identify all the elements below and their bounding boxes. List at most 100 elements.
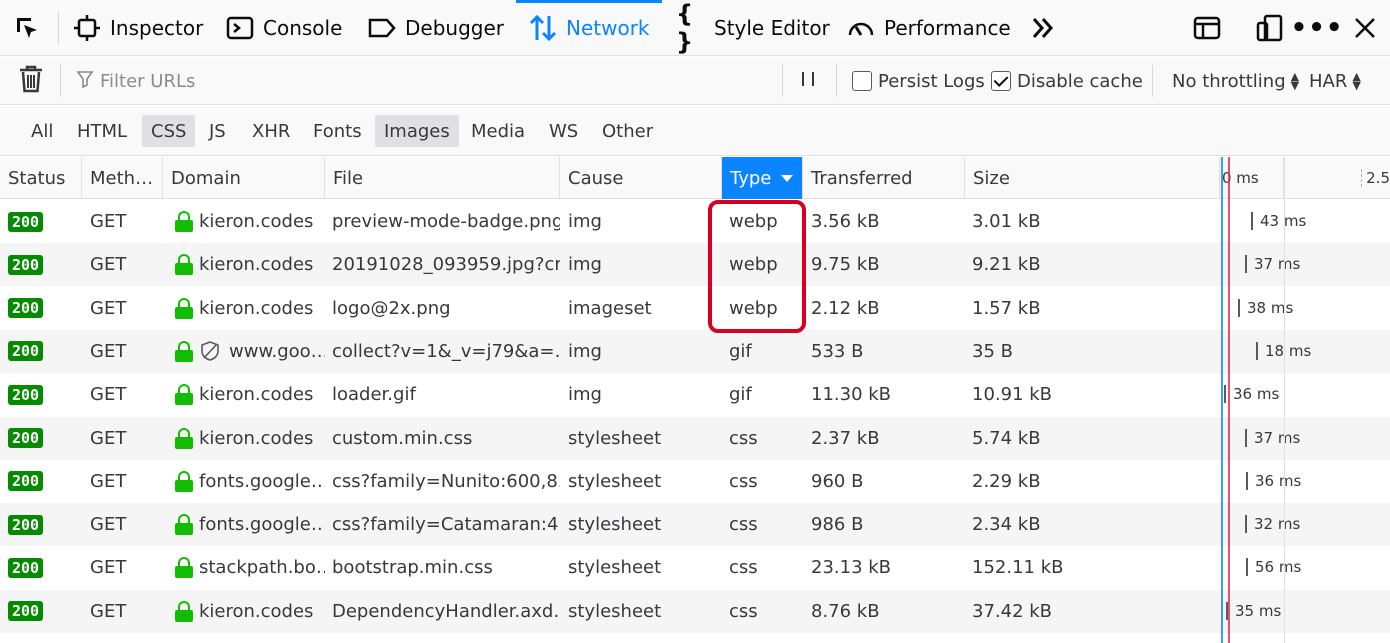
column-label: Domain — [171, 167, 241, 189]
filter-xhr-button[interactable]: XHR — [243, 115, 299, 147]
cause-cell-text: img — [568, 340, 602, 362]
tab-console[interactable]: Console — [225, 0, 342, 56]
table-row[interactable]: 200 GET www.goo… collect?v=1&_v=j79&a=… img g… — [0, 329, 1390, 373]
cause-cell: stylesheet — [568, 503, 722, 546]
table-row[interactable]: 200 GET kieron.codes 20191028_093959.jpg?cr… — [0, 243, 1390, 287]
transferred-cell: 960 B — [811, 460, 965, 503]
status-cell: 200 — [8, 200, 82, 243]
table-row[interactable]: 200 GET stackpath.bo… bootstrap.min.css styl… — [0, 546, 1390, 589]
file-cell: preview-mode-badge.png — [332, 200, 560, 243]
status-cell: 200 — [8, 417, 82, 460]
tab-performance[interactable]: Performance — [846, 0, 1011, 56]
more-tools-button[interactable] — [1028, 0, 1066, 56]
type-cell: gif — [729, 373, 803, 416]
transferred-cell: 11.30 kB — [811, 373, 965, 416]
filter-fonts-button[interactable]: Fonts — [304, 115, 371, 147]
cause-cell-text: stylesheet — [568, 514, 662, 536]
filter-images-button[interactable]: Images — [375, 115, 459, 147]
filter-media-button[interactable]: Media — [462, 115, 534, 147]
size-cell: 35 B — [972, 330, 1212, 373]
tab-label: Console — [263, 16, 343, 40]
waterfall-time-label: 36 ms — [1233, 385, 1280, 404]
dock-side-button[interactable] — [1255, 0, 1293, 56]
transferred-cell-text: 533 B — [811, 340, 864, 362]
file-cell: logo@2x.png — [332, 287, 560, 330]
table-row[interactable]: 200 GET kieron.codes logo@2x.png imageset web… — [0, 287, 1390, 330]
waterfall-bar — [1256, 341, 1258, 360]
close-icon — [1350, 13, 1380, 43]
table-row[interactable]: 200 GET kieron.codes loader.gif img gif 11.30 … — [0, 373, 1390, 416]
table-row[interactable]: 200 GET kieron.codes custom.min.css styleshe… — [0, 416, 1390, 460]
table-row[interactable]: 200 GET kieron.codes DependencyHandler.axd…… — [0, 589, 1390, 633]
column-label: File — [333, 167, 364, 189]
method-cell-text: GET — [90, 470, 127, 492]
tab-debugger[interactable]: Debugger — [367, 0, 504, 56]
disable-cache-checkbox[interactable] — [991, 71, 1011, 91]
toggle-split-console-button[interactable] — [1192, 0, 1230, 56]
pause-recording-button[interactable] — [798, 57, 818, 105]
transferred-cell: 3.56 kB — [811, 200, 965, 243]
cause-cell-text: img — [568, 384, 602, 406]
clear-requests-button[interactable] — [18, 57, 44, 105]
cause-cell: imageset — [568, 287, 722, 330]
file-cell-text: css?family=Catamaran:4… — [332, 514, 560, 536]
column-domain[interactable]: Domain — [163, 157, 325, 199]
har-menu-button[interactable]: HAR ▲ ▼ — [1309, 57, 1361, 105]
column-cause[interactable]: Cause — [560, 157, 722, 199]
column-file[interactable]: File — [325, 157, 560, 199]
cause-cell: img — [568, 330, 722, 373]
filter-css-button[interactable]: CSS — [142, 115, 196, 147]
debugger-icon — [367, 13, 397, 43]
type-cell-text: gif — [729, 384, 752, 406]
load-event-marker — [1228, 157, 1230, 643]
column-status[interactable]: Status — [0, 157, 82, 199]
waterfall-time-label: 37 ms — [1254, 255, 1301, 274]
element-picker-button[interactable] — [12, 0, 50, 56]
column-method[interactable]: Meth… — [82, 157, 163, 199]
tab-network[interactable]: Network — [516, 0, 662, 56]
table-row[interactable]: 200 GET fonts.google… css?family=Catamaran:… — [0, 503, 1390, 547]
type-cell: gif — [729, 330, 803, 373]
tab-style-editor[interactable]: { } Style Editor — [676, 0, 830, 56]
column-transferred[interactable]: Transferred — [803, 157, 965, 199]
inspector-icon — [72, 13, 102, 43]
table-row[interactable]: 200 GET kieron.codes preview-mode-badge.png… — [0, 200, 1390, 243]
persist-logs-toggle[interactable]: Persist Logs — [852, 57, 985, 105]
tab-label: Inspector — [110, 16, 204, 40]
filter-html-button[interactable]: HTML — [68, 115, 136, 147]
filter-ws-button[interactable]: WS — [540, 115, 587, 147]
waterfall-bar — [1245, 428, 1247, 447]
persist-logs-checkbox[interactable] — [852, 71, 872, 91]
type-cell: webp — [729, 200, 803, 243]
method-cell: GET — [90, 330, 162, 373]
cause-cell: stylesheet — [568, 417, 722, 460]
size-cell: 152.11 kB — [972, 546, 1212, 589]
filter-js-button[interactable]: JS — [200, 115, 235, 147]
performance-icon — [846, 13, 876, 43]
options-menu-button[interactable]: ••• — [1291, 0, 1343, 56]
type-cell: webp — [729, 287, 803, 330]
lock-icon — [175, 514, 193, 536]
transferred-cell: 986 B — [811, 503, 965, 546]
layout-panel-icon — [1192, 13, 1222, 43]
throttling-select[interactable]: No throttling ▲ ▼ — [1172, 57, 1299, 105]
console-icon — [225, 13, 255, 43]
size-cell-text: 5.74 kB — [972, 427, 1041, 449]
close-devtools-button[interactable] — [1350, 0, 1388, 56]
table-row[interactable]: 200 GET fonts.google… css?family=Nunito:600… — [0, 460, 1390, 503]
method-cell-text: GET — [90, 340, 127, 362]
toolbar-separator — [782, 65, 783, 97]
column-type[interactable]: Type — [722, 157, 803, 199]
filter-urls-input[interactable]: Filter URLs — [76, 57, 776, 105]
column-size[interactable]: Size — [965, 157, 1220, 199]
method-cell: GET — [90, 373, 162, 416]
waterfall-time-label: 56 ms — [1255, 558, 1302, 577]
disable-cache-toggle[interactable]: Disable cache — [991, 57, 1143, 105]
waterfall-time-label: 32 ms — [1254, 515, 1301, 534]
filter-other-button[interactable]: Other — [593, 115, 662, 147]
type-cell: css — [729, 417, 803, 460]
filter-all-button[interactable]: All — [22, 115, 62, 147]
domain-cell-text: www.goo… — [229, 340, 325, 362]
domain-cell: kieron.codes — [175, 287, 325, 330]
tab-inspector[interactable]: Inspector — [72, 0, 203, 56]
